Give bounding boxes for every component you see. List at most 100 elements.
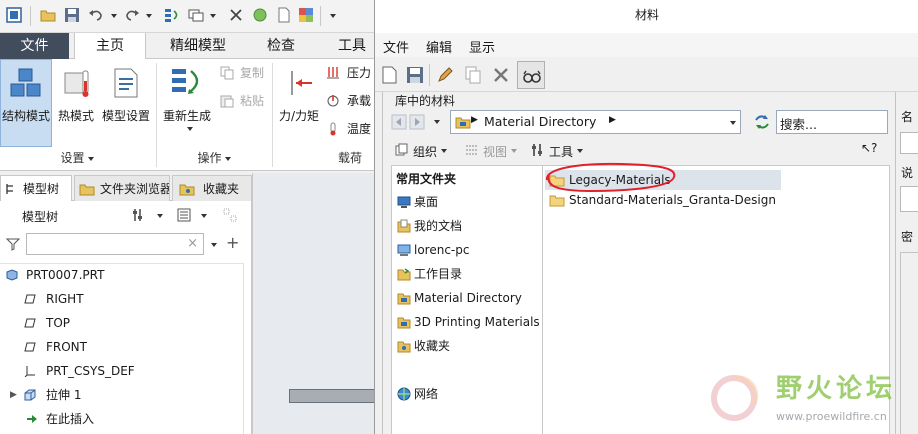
- model-setup-button[interactable]: 模型设置: [100, 59, 152, 147]
- tree-filter-settings-icon[interactable]: [222, 207, 238, 223]
- add-filter-icon[interactable]: +: [226, 233, 239, 252]
- tree-item-csys[interactable]: PRT_CSYS_DEF: [0, 359, 244, 383]
- new-file-icon[interactable]: [276, 7, 292, 23]
- tab-inspect[interactable]: 检查: [250, 33, 312, 59]
- datum-plane-icon: [24, 294, 36, 304]
- undo-icon[interactable]: [88, 7, 104, 23]
- paste-icon: [220, 95, 234, 108]
- tab-model-tree[interactable]: 模型树: [0, 175, 72, 202]
- windows-icon[interactable]: [188, 7, 204, 23]
- nav-item-my-documents[interactable]: 我的文档: [392, 214, 542, 238]
- forward-icon[interactable]: [409, 114, 425, 130]
- history-dropdown[interactable]: [434, 120, 440, 124]
- help-cursor-icon[interactable]: ↖?: [861, 141, 877, 155]
- menu-view[interactable]: 显示: [469, 37, 495, 56]
- favorite-folders-heading: 常用文件夹: [396, 172, 457, 186]
- tree-settings-icon[interactable]: [132, 207, 148, 223]
- name-field[interactable]: [900, 132, 918, 154]
- search-input[interactable]: 搜索...: [776, 110, 888, 134]
- tree-item-extrude[interactable]: ▶ 拉伸 1: [0, 383, 244, 407]
- group-label-setup[interactable]: 设置: [0, 149, 154, 167]
- favorites-tab-icon: [179, 184, 195, 196]
- bearing-icon: [327, 95, 339, 107]
- save-icon[interactable]: [64, 7, 80, 23]
- show-columns-icon[interactable]: [176, 207, 192, 223]
- force-moment-icon: [291, 71, 312, 95]
- view-material-toggle[interactable]: [517, 61, 545, 89]
- tab-favorites[interactable]: 收藏夹: [172, 175, 252, 201]
- status-green-icon[interactable]: [252, 7, 268, 23]
- description-field[interactable]: [900, 186, 918, 212]
- tree-item-right[interactable]: RIGHT: [0, 287, 244, 311]
- nav-item-computer[interactable]: lorenc-pc: [392, 238, 542, 262]
- model-tree-heading: 模型树: [22, 210, 59, 224]
- expand-arrow-icon[interactable]: ▶: [10, 383, 17, 407]
- address-dropdown[interactable]: [730, 121, 736, 125]
- tree-item-front[interactable]: FRONT: [0, 335, 244, 359]
- regenerate-icon[interactable]: [164, 7, 180, 23]
- open-icon[interactable]: [40, 7, 56, 23]
- group-label-operation[interactable]: 操作: [158, 149, 270, 167]
- app-menu-icon[interactable]: [6, 7, 22, 23]
- tab-tools[interactable]: 工具: [322, 33, 374, 59]
- tree-item-top[interactable]: TOP: [0, 311, 244, 335]
- clear-filter-icon[interactable]: ×: [187, 236, 198, 251]
- extrude-icon: [24, 389, 36, 401]
- tree-item-part[interactable]: PRT0007.PRT: [0, 263, 244, 287]
- refresh-icon[interactable]: [752, 112, 772, 132]
- filter-dropdown[interactable]: [211, 243, 217, 247]
- customize-dropdown[interactable]: [330, 14, 336, 18]
- filter-funnel-icon[interactable]: [6, 237, 20, 251]
- structure-mode-button[interactable]: 结构模式: [0, 59, 52, 147]
- appearance-icon[interactable]: [298, 7, 314, 23]
- tree-search-input[interactable]: ×: [26, 233, 204, 255]
- ribbon-tabs: 文件 主页 精细模型 检查 工具: [0, 33, 374, 60]
- thermal-mode-icon: [64, 70, 89, 97]
- close-window-icon[interactable]: [228, 7, 244, 23]
- nav-item-material-directory[interactable]: Material Directory: [392, 286, 542, 310]
- menu-file[interactable]: 文件: [383, 37, 409, 56]
- nav-item-3d-printing-materials[interactable]: 3D Printing Materials: [392, 310, 542, 334]
- favorites-icon: [397, 341, 411, 353]
- save-material-icon[interactable]: [405, 65, 425, 85]
- datum-plane-icon: [24, 318, 36, 328]
- navigator-tabs: 模型树 文件夹浏览器 收藏夹: [0, 173, 252, 202]
- address-row: ▶ Material Directory ▶ 搜索...: [391, 109, 891, 137]
- favorite-folders-pane: 常用文件夹 桌面 我的文档 lorenc-pc 工作目录 Material Di…: [391, 165, 543, 434]
- quick-access-toolbar: [0, 0, 374, 33]
- part-icon: [6, 269, 18, 281]
- nav-item-desktop[interactable]: 桌面: [392, 190, 542, 214]
- nav-item-favorites[interactable]: 收藏夹: [392, 334, 542, 358]
- tab-home[interactable]: 主页: [74, 33, 146, 60]
- dialog-title: 材料: [375, 0, 918, 33]
- address-child-arrow-icon[interactable]: ▶: [609, 115, 616, 125]
- delete-material-icon[interactable]: [491, 65, 511, 85]
- new-material-icon[interactable]: [379, 65, 399, 85]
- back-icon[interactable]: [391, 114, 407, 130]
- graphics-window[interactable]: [252, 173, 374, 434]
- working-dir-icon: [397, 268, 411, 281]
- pressure-icon: [327, 67, 339, 79]
- view-icon: [466, 145, 478, 155]
- redo-icon[interactable]: [124, 7, 140, 23]
- nav-item-network[interactable]: 网络: [392, 382, 542, 406]
- csys-icon: [24, 366, 35, 377]
- tab-folder-browser[interactable]: 文件夹浏览器: [74, 175, 170, 201]
- address-folder-icon: [455, 117, 471, 129]
- thermal-mode-button[interactable]: 热模式: [54, 59, 98, 147]
- tree-item-insert-here[interactable]: 在此插入: [0, 407, 244, 431]
- tab-refine-model[interactable]: 精细模型: [150, 33, 246, 59]
- nav-item-working-directory[interactable]: 工作目录: [392, 262, 542, 286]
- address-bar[interactable]: ▶ Material Directory ▶: [450, 110, 741, 134]
- regenerate-large-icon: [172, 69, 199, 94]
- regenerate-button[interactable]: 重新生成: [158, 59, 216, 147]
- menu-edit[interactable]: 编辑: [426, 37, 452, 56]
- copy-material-icon[interactable]: [463, 65, 483, 85]
- network-icon: [397, 387, 411, 401]
- model-tree-panel: 模型树 × + PRT0007.PRT RIGHT TOP FRONT PRT_…: [0, 201, 252, 434]
- edit-pencil-icon[interactable]: [435, 65, 455, 85]
- group-label-loads[interactable]: 载荷: [326, 149, 374, 167]
- tab-file[interactable]: 文件: [0, 33, 69, 59]
- force-moment-button[interactable]: 力/力矩: [274, 59, 324, 147]
- address-separator-icon[interactable]: ▶: [471, 115, 478, 125]
